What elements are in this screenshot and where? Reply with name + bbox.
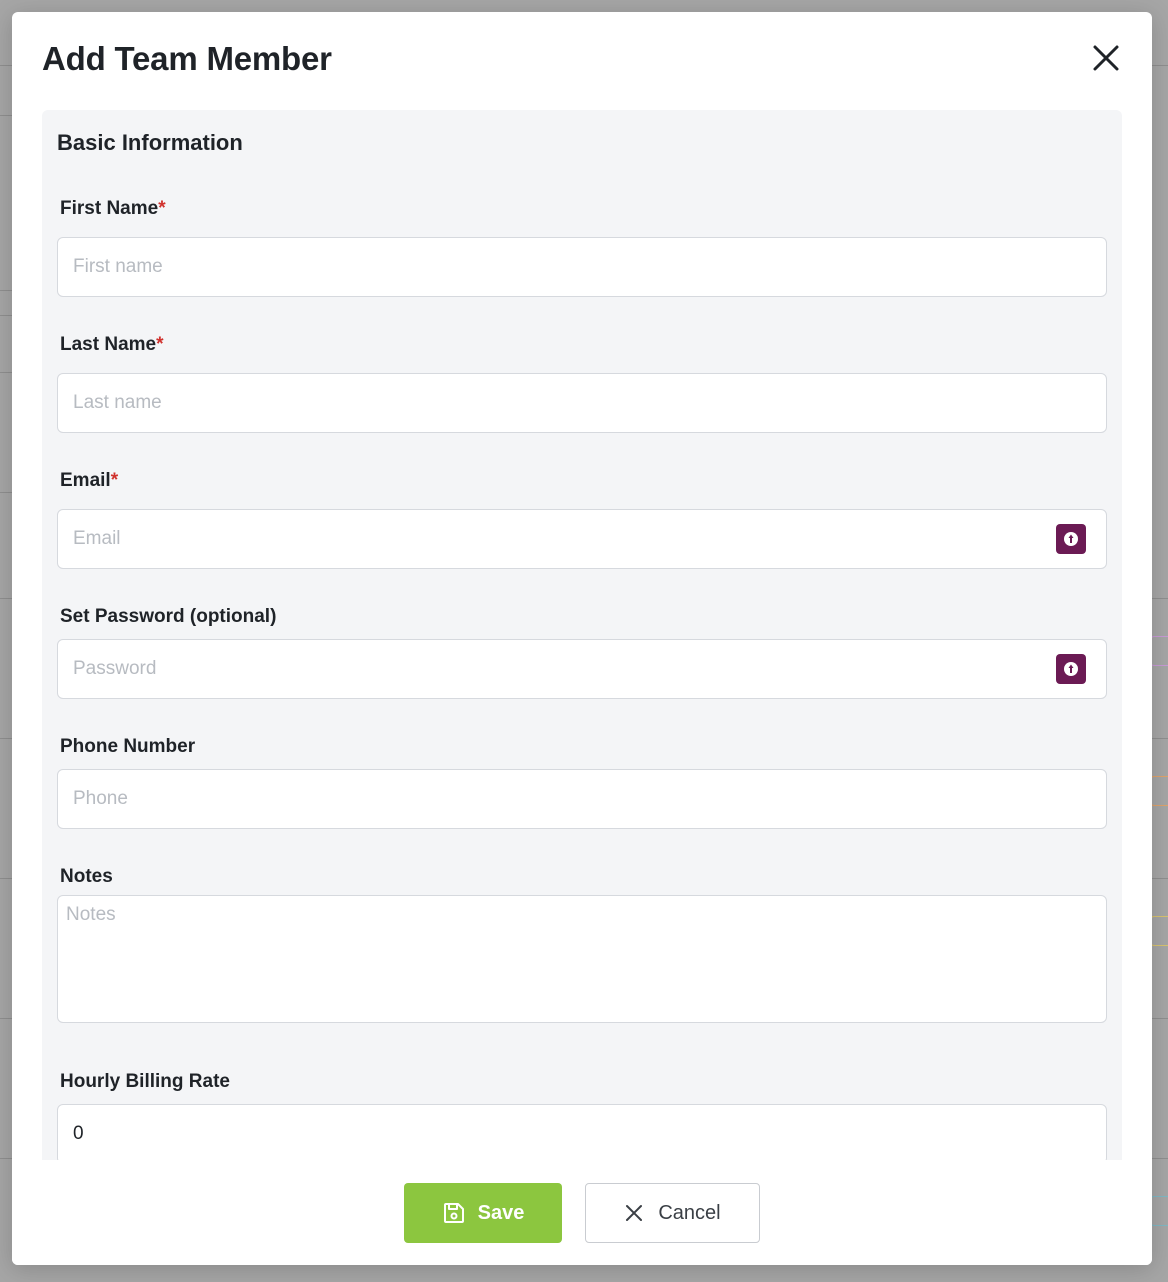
email-label-text: Email bbox=[60, 470, 111, 491]
backdrop-divider bbox=[0, 372, 12, 373]
password-manager-icon bbox=[1064, 662, 1078, 676]
modal-title: Add Team Member bbox=[42, 40, 332, 77]
last-name-label-text: Last Name bbox=[60, 334, 157, 355]
password-manager-button[interactable] bbox=[1056, 524, 1086, 554]
cancel-button[interactable]: Cancel bbox=[585, 1183, 760, 1243]
phone-input[interactable] bbox=[57, 769, 1107, 829]
close-icon bbox=[1093, 45, 1119, 71]
save-label: Save bbox=[477, 1201, 525, 1224]
required-asterisk: * bbox=[110, 470, 119, 491]
backdrop-divider bbox=[0, 1018, 12, 1019]
password-manager-button[interactable] bbox=[1056, 654, 1086, 684]
first-name-input[interactable] bbox=[57, 237, 1107, 297]
section-title: Basic Information bbox=[57, 130, 243, 155]
backdrop-divider bbox=[1152, 598, 1168, 599]
notes-label: Notes bbox=[60, 866, 113, 887]
save-button[interactable]: Save bbox=[404, 1183, 562, 1243]
cancel-label: Cancel bbox=[658, 1201, 721, 1224]
required-asterisk: * bbox=[158, 198, 166, 219]
backdrop-divider bbox=[0, 492, 12, 493]
first-name-label: First Name* bbox=[60, 198, 166, 220]
backdrop-divider bbox=[0, 738, 12, 739]
backdrop-divider bbox=[1152, 65, 1168, 66]
last-name-input[interactable] bbox=[57, 373, 1107, 433]
backdrop-divider bbox=[0, 315, 12, 316]
backdrop-divider bbox=[1152, 1018, 1168, 1019]
backdrop-divider bbox=[1152, 1158, 1168, 1159]
backdrop-divider bbox=[0, 290, 12, 291]
modal-body[interactable]: Basic Information First Name* Last Name*… bbox=[42, 110, 1122, 1160]
backdrop-tag bbox=[1150, 1196, 1168, 1226]
notes-textarea[interactable] bbox=[57, 895, 1107, 1023]
email-label: Email* bbox=[60, 470, 118, 492]
backdrop-divider bbox=[0, 598, 12, 599]
backdrop-divider bbox=[0, 878, 12, 879]
hourly-billing-rate-label: Hourly Billing Rate bbox=[60, 1071, 230, 1092]
required-asterisk: * bbox=[156, 334, 164, 355]
backdrop-divider bbox=[0, 1158, 12, 1159]
backdrop-tag bbox=[1150, 776, 1168, 806]
backdrop-divider bbox=[1152, 738, 1168, 739]
backdrop-divider bbox=[0, 65, 12, 66]
modal-footer: Save Cancel bbox=[12, 1160, 1152, 1265]
close-button[interactable] bbox=[1090, 42, 1122, 74]
first-name-label-text: First Name bbox=[60, 198, 159, 219]
password-manager-icon bbox=[1064, 532, 1078, 546]
add-team-member-modal: Add Team Member Basic Information First … bbox=[12, 12, 1152, 1265]
x-icon bbox=[626, 1205, 643, 1221]
email-input[interactable] bbox=[57, 509, 1107, 569]
backdrop-divider bbox=[1152, 878, 1168, 879]
password-input[interactable] bbox=[57, 639, 1107, 699]
backdrop-tag bbox=[1150, 636, 1168, 666]
password-label: Set Password (optional) bbox=[60, 606, 277, 627]
phone-label: Phone Number bbox=[60, 736, 196, 757]
basic-information-section: Basic Information First Name* Last Name*… bbox=[42, 110, 1122, 1160]
hourly-billing-rate-input[interactable] bbox=[57, 1104, 1107, 1160]
save-icon bbox=[443, 1203, 464, 1223]
last-name-label: Last Name* bbox=[60, 334, 164, 356]
backdrop-tag bbox=[1150, 916, 1168, 946]
backdrop-divider bbox=[0, 115, 12, 116]
